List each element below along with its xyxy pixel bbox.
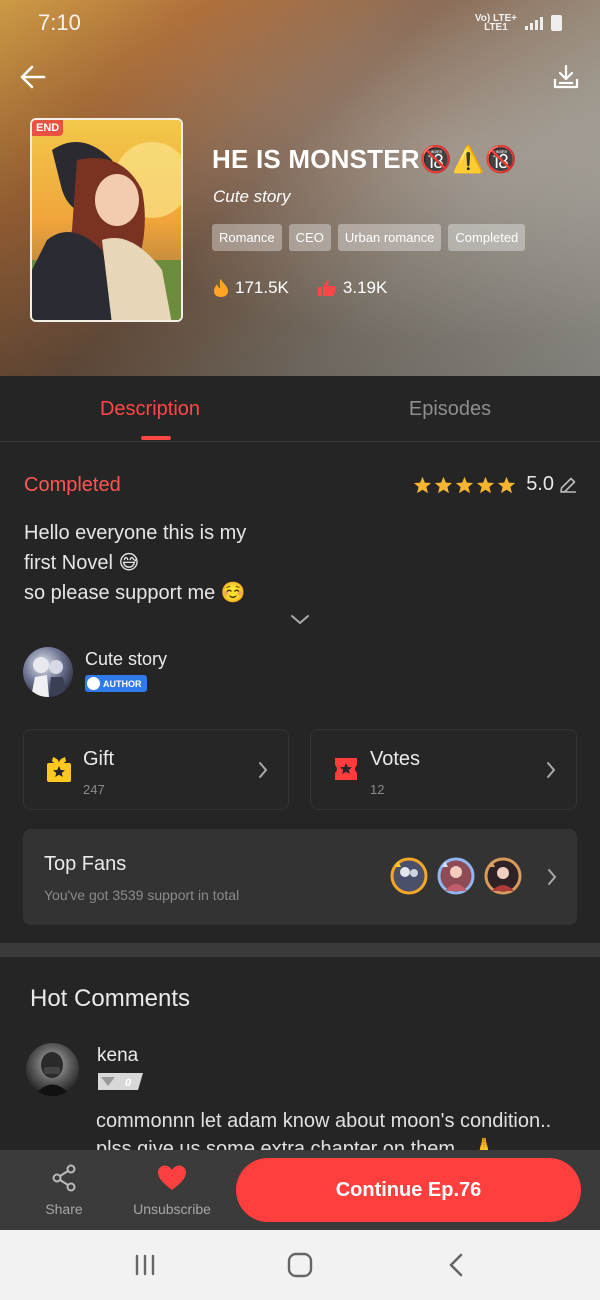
description-text: Hello everyone this is my first Novel 😅 …: [24, 522, 247, 604]
top-fans-title: Top Fans: [44, 853, 127, 875]
author-avatar[interactable]: [23, 647, 73, 697]
fan-avatar-1[interactable]: [390, 857, 428, 895]
author-info: Cute story AUTHOR: [85, 649, 167, 695]
gift-count: 247: [83, 782, 105, 797]
battery-icon: [551, 15, 562, 31]
likes-count: 3.19K: [342, 278, 388, 297]
votes-card[interactable]: Votes 12: [310, 729, 577, 810]
fan-avatar-3[interactable]: [484, 857, 522, 895]
votes-count: 12: [370, 782, 385, 797]
author-avatar-image: [31, 657, 67, 697]
chevron-right-icon: [259, 762, 268, 778]
heart-icon: [158, 1165, 186, 1190]
author-row[interactable]: Cute story AUTHOR: [23, 647, 167, 697]
commenter-avatar-image: [34, 1052, 71, 1096]
status-icons: Vo) LTE+ LTE1: [474, 13, 562, 33]
star-icon: [477, 476, 495, 493]
fire-icon: [214, 279, 228, 297]
tag[interactable]: CEO: [288, 224, 331, 251]
chevron-down-icon[interactable]: [289, 612, 311, 628]
author-name: Cute story: [85, 649, 168, 669]
continue-reading-button[interactable]: Continue Ep.76: [236, 1158, 581, 1222]
commenter-name[interactable]: kena: [97, 1045, 138, 1067]
tab-bar: Description Episodes: [0, 376, 600, 442]
top-fans-subtitle: You've got 3539 support in total: [44, 887, 240, 903]
chevron-right-icon: [548, 869, 557, 885]
rating-value: 5.0: [526, 473, 554, 495]
tag[interactable]: Completed: [448, 224, 526, 251]
commenter-avatar[interactable]: [26, 1043, 79, 1096]
views-count: 171.5K: [235, 278, 289, 297]
views-stat: 171.5K: [213, 278, 289, 298]
book-title: HE IS MONSTER🔞⚠️🔞: [212, 144, 518, 174]
network-indicator: Vo) LTE+ LTE1: [474, 13, 517, 33]
back-button[interactable]: [18, 62, 48, 92]
author-badge-icon: [87, 677, 100, 690]
votes-label: Votes: [370, 748, 421, 770]
end-badge: END: [32, 120, 64, 136]
tag[interactable]: Urban romance: [337, 224, 442, 251]
fan-avatar-2[interactable]: [437, 857, 475, 895]
gift-label: Gift: [83, 748, 115, 770]
author-badge: AUTHOR: [85, 675, 147, 692]
chevron-right-icon: [547, 762, 556, 778]
unsubscribe-button[interactable]: Unsubscribe: [128, 1164, 216, 1217]
svg-text:0: 0: [125, 1077, 132, 1089]
gift-card[interactable]: Gift 247: [23, 729, 289, 810]
back-nav-icon[interactable]: [443, 1252, 471, 1278]
thumbs-up-icon: [317, 280, 337, 296]
likes-stat: 3.19K: [317, 278, 387, 298]
tab-episodes[interactable]: Episodes: [300, 376, 600, 441]
share-icon: [52, 1164, 76, 1192]
unsubscribe-label: Unsubscribe: [133, 1201, 211, 1217]
star-icon: [414, 476, 432, 493]
level-badge: 0: [98, 1073, 143, 1090]
share-button[interactable]: Share: [28, 1164, 100, 1217]
vote-ticket-icon: [335, 758, 357, 780]
top-fans-card[interactable]: Top Fans You've got 3539 support in tota…: [23, 829, 577, 925]
star-icon: [435, 476, 453, 493]
edit-pencil-icon[interactable]: [558, 475, 578, 495]
gift-box-icon: [47, 757, 71, 782]
star-icon: [498, 476, 516, 493]
completion-status: Completed: [24, 474, 121, 496]
signal-icon: [525, 16, 543, 30]
active-tab-indicator: [141, 436, 171, 440]
share-label: Share: [45, 1201, 83, 1217]
book-subtitle: Cute story: [213, 187, 291, 206]
tag[interactable]: Romance: [212, 224, 282, 251]
tag-list: Romance CEO Urban romance Completed: [212, 224, 526, 251]
home-icon[interactable]: [286, 1252, 314, 1278]
star-rating: [413, 476, 516, 494]
system-nav-bar: [0, 1230, 600, 1300]
recent-apps-icon[interactable]: [131, 1252, 159, 1278]
hot-comments-title: Hot Comments: [30, 985, 191, 1012]
book-stats: 171.5K 3.19K: [213, 278, 387, 298]
bottom-action-bar: Share Unsubscribe Continue Ep.76: [0, 1150, 600, 1230]
book-cover[interactable]: END: [30, 118, 183, 322]
star-icon: [456, 476, 474, 493]
status-time: 7:10: [38, 10, 81, 35]
tab-description[interactable]: Description: [0, 376, 300, 441]
status-bar: 7:10 Vo) LTE+ LTE1: [38, 8, 562, 38]
section-divider: [0, 943, 600, 957]
download-button[interactable]: [552, 62, 580, 92]
cover-art-image: [32, 120, 181, 320]
rating[interactable]: 5.0: [413, 473, 578, 496]
